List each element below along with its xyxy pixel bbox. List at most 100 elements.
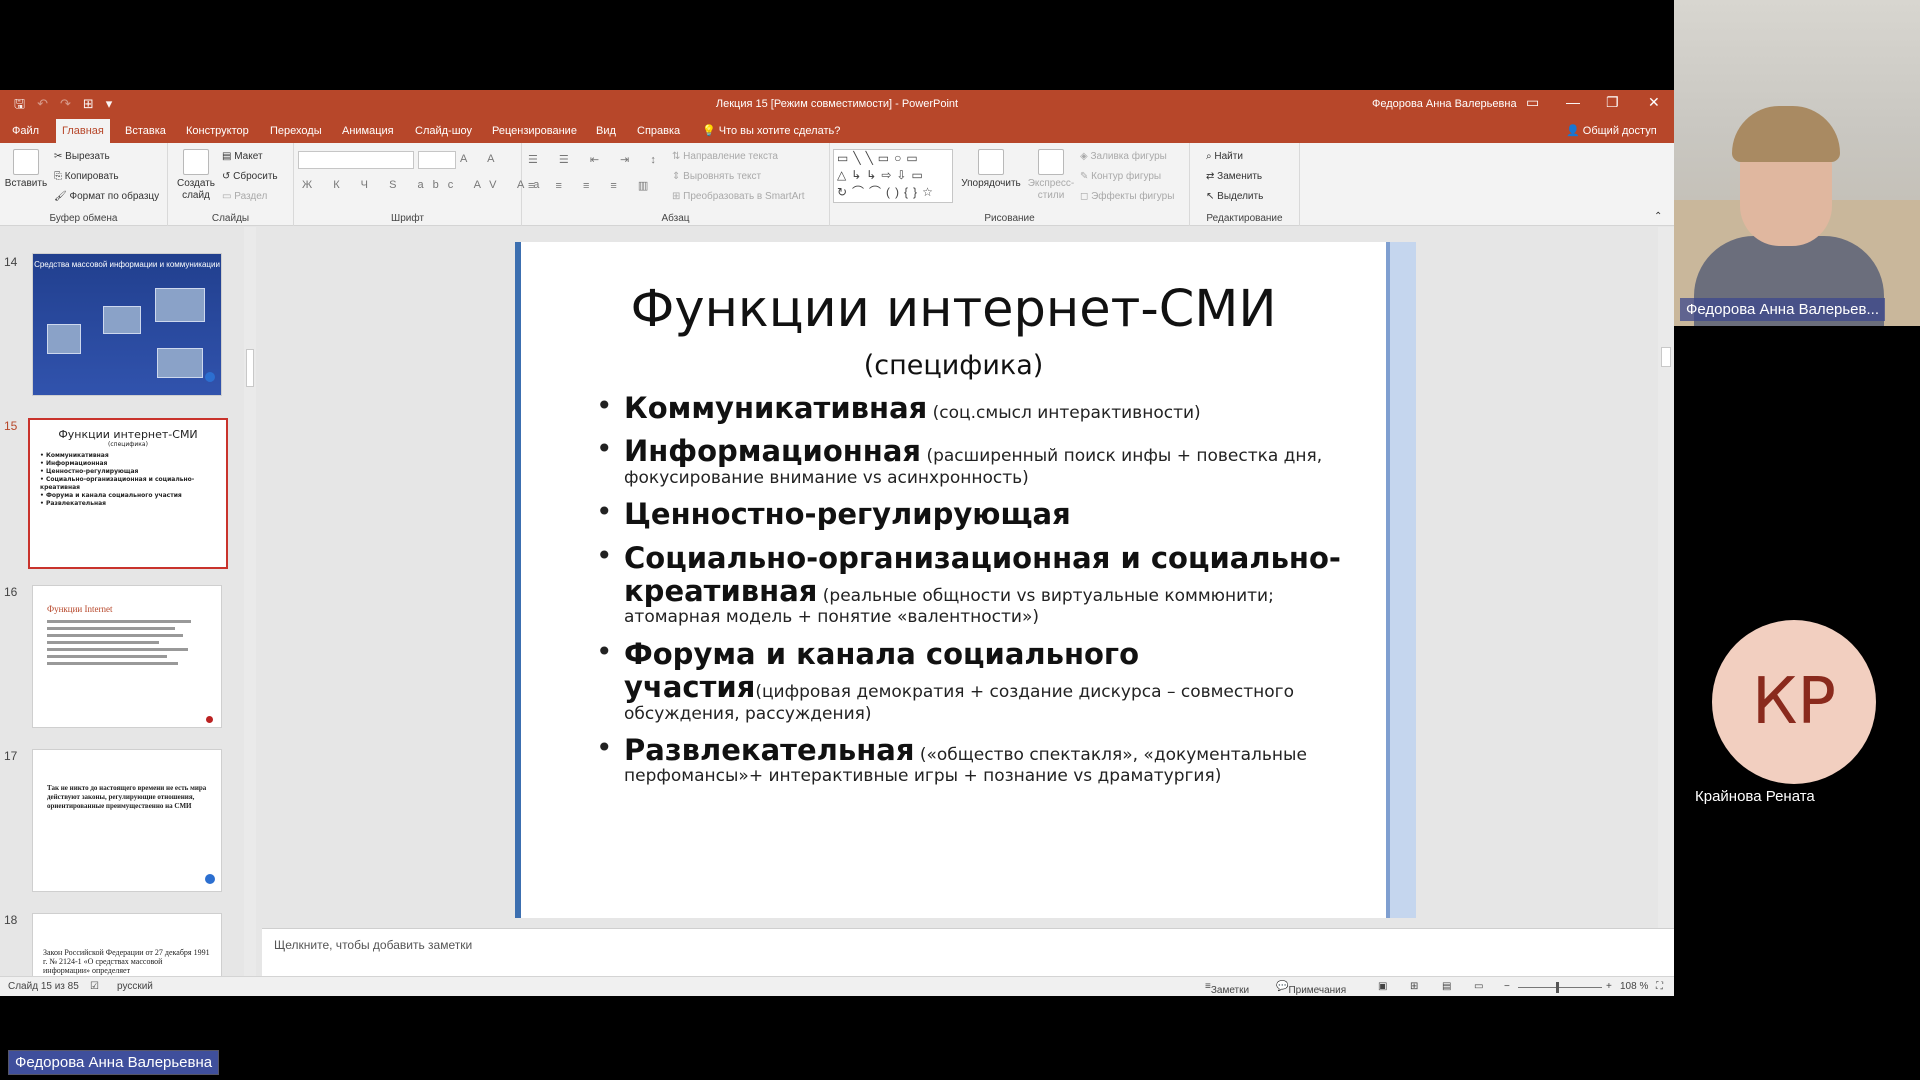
tab-animations[interactable]: Анимация bbox=[336, 119, 400, 143]
slide-14-image bbox=[155, 288, 205, 322]
slide-15-item: • Форума и канала социального участия bbox=[40, 492, 182, 499]
slide-15-item: • Социально-организационная и социально-… bbox=[40, 476, 195, 491]
format-painter-button[interactable]: 🖌 Формат по образцу bbox=[54, 191, 159, 202]
select-button[interactable]: ↖ Выделить bbox=[1206, 191, 1263, 202]
fit-to-window-icon[interactable]: ⛶ bbox=[1656, 981, 1663, 992]
shape-fill-button[interactable]: ◈ Заливка фигуры bbox=[1080, 151, 1167, 162]
presenter-video-tile[interactable]: Федорова Анна Валерьев... bbox=[1674, 0, 1920, 326]
slide-decoration-bar bbox=[1386, 242, 1416, 918]
paste-button[interactable]: Вставить bbox=[4, 149, 48, 190]
cut-button[interactable]: ✂ Вырезать bbox=[54, 151, 110, 162]
thumbnail-scrollbar[interactable] bbox=[244, 227, 256, 976]
tab-help[interactable]: Справка bbox=[631, 119, 686, 143]
new-slide-button[interactable]: Создать слайд bbox=[174, 149, 218, 202]
slide-15-item: • Коммуникативная bbox=[40, 452, 109, 459]
tab-view[interactable]: Вид bbox=[590, 119, 622, 143]
slide-title[interactable]: Функции интернет-СМИ bbox=[521, 280, 1386, 339]
slide-number: 17 bbox=[4, 749, 18, 763]
ribbon-display-options-icon[interactable]: ▭ bbox=[1526, 94, 1539, 111]
arrange-button[interactable]: Упорядочить bbox=[958, 149, 1024, 190]
notes-pane[interactable]: Щелкните, чтобы добавить заметки bbox=[262, 928, 1674, 976]
font-size-input[interactable] bbox=[418, 151, 456, 169]
slide-18-text: Закон Российской Федерации от 27 декабря… bbox=[43, 948, 210, 975]
slide-scrollbar[interactable] bbox=[1658, 227, 1674, 928]
editing-group-label: Редактирование bbox=[1206, 213, 1283, 224]
slide-dot-icon bbox=[205, 372, 215, 382]
comments-toggle[interactable]: 💬 Примечания bbox=[1276, 981, 1346, 996]
share-button[interactable]: 👤 Общий доступ bbox=[1566, 119, 1657, 143]
slide-editor: Функции интернет-СМИ (специфика) Коммуни… bbox=[262, 227, 1658, 928]
zoom-level[interactable]: 108 % bbox=[1620, 981, 1648, 992]
notes-toggle[interactable]: ≡ Заметки bbox=[1205, 981, 1249, 996]
section-button[interactable]: ▭ Раздел bbox=[222, 191, 267, 202]
account-name[interactable]: Федорова Анна Валерьевна bbox=[1372, 98, 1517, 110]
text-line bbox=[47, 634, 183, 637]
clipboard-group-label: Буфер обмена bbox=[49, 213, 118, 224]
close-button[interactable]: ✕ bbox=[1648, 94, 1660, 111]
shape-effects-button[interactable]: ◻ Эффекты фигуры bbox=[1080, 191, 1174, 202]
spellcheck-icon[interactable]: ☑ bbox=[90, 981, 99, 992]
shapes-gallery[interactable]: ▭╲╲▭○▭ △↳↳⇨⇩▭ ↻⌒⌒(){}☆ bbox=[833, 149, 953, 203]
scroll-thumb[interactable] bbox=[246, 349, 254, 387]
tab-review[interactable]: Рецензирование bbox=[486, 119, 583, 143]
language-indicator[interactable]: русский bbox=[117, 981, 153, 992]
slideshow-view-icon[interactable]: ▭ bbox=[1474, 981, 1483, 992]
paragraph-group-label: Абзац bbox=[661, 213, 690, 224]
minimize-button[interactable]: — bbox=[1566, 94, 1580, 110]
alignment-icons[interactable]: ≡ ≡ ≡ ≡ ▥ bbox=[528, 179, 657, 192]
participant-avatar[interactable]: КР bbox=[1712, 620, 1876, 784]
restore-button[interactable]: ❐ bbox=[1606, 94, 1619, 111]
tab-home[interactable]: Главная bbox=[56, 119, 110, 143]
slide-15-subtitle: (специфика) bbox=[108, 441, 148, 448]
slide-bullet-list[interactable]: Коммуникативная (соц.смысл интерактивнос… bbox=[596, 390, 1356, 797]
slides-group-label: Слайды bbox=[211, 213, 250, 224]
bullet-item: Коммуникативная (соц.смысл интерактивнос… bbox=[596, 390, 1356, 425]
text-line bbox=[47, 620, 191, 623]
tab-design[interactable]: Конструктор bbox=[180, 119, 255, 143]
tab-transitions[interactable]: Переходы bbox=[264, 119, 328, 143]
zoom-out-icon[interactable]: − bbox=[1504, 981, 1510, 992]
convert-smartart-button[interactable]: ⊞ Преобразовать в SmartArt bbox=[672, 191, 804, 202]
quick-styles-button[interactable]: Экспресс-стили bbox=[1026, 149, 1076, 202]
find-button[interactable]: ⌕ Найти bbox=[1206, 151, 1243, 162]
zoom-slider[interactable] bbox=[1518, 982, 1602, 993]
editing-group: ⌕ Найти ⇄ Заменить ↖ Выделить Редактиров… bbox=[1190, 143, 1300, 226]
slide-thumbnail-14[interactable]: Средства массовой информации и коммуника… bbox=[32, 253, 222, 396]
zoom-in-icon[interactable]: + bbox=[1606, 981, 1612, 992]
slide-thumbnail-17[interactable]: Так не никто до настоящего времени не ес… bbox=[32, 749, 222, 892]
collapse-ribbon-icon[interactable]: ⌃ bbox=[1654, 211, 1662, 222]
tab-file[interactable]: Файл bbox=[6, 119, 45, 143]
status-bar: Слайд 15 из 85 ☑ русский ≡ Заметки 💬 При… bbox=[0, 976, 1674, 996]
tab-slideshow[interactable]: Слайд-шоу bbox=[409, 119, 478, 143]
replace-button[interactable]: ⇄ Заменить bbox=[1206, 171, 1262, 182]
slide-number: 15 bbox=[4, 419, 18, 433]
slide-sorter-icon[interactable]: ⊞ bbox=[1410, 981, 1418, 992]
slide-16-title: Функции Internet bbox=[47, 604, 113, 614]
title-bar: 🖫 ↶ ↷ ⊞ ▾ Лекция 15 [Режим совместимости… bbox=[0, 90, 1674, 119]
font-name-input[interactable] bbox=[298, 151, 414, 169]
font-format-icons[interactable]: Ж К Ч S abc AV Aa bbox=[302, 179, 548, 191]
copy-button[interactable]: ⎘ Копировать bbox=[54, 171, 119, 182]
align-text-button[interactable]: ⇕ Выровнять текст bbox=[672, 171, 761, 182]
slide-thumbnail-18[interactable]: Закон Российской Федерации от 27 декабря… bbox=[32, 913, 222, 976]
tell-me-search[interactable]: 💡 Что вы хотите сделать? bbox=[696, 119, 846, 143]
tab-insert[interactable]: Вставка bbox=[119, 119, 172, 143]
font-size-grow-shrink-icons[interactable]: A A bbox=[460, 153, 504, 165]
layout-button[interactable]: ▤ Макет bbox=[222, 151, 263, 162]
self-name-label: Федорова Анна Валерьевна bbox=[8, 1050, 220, 1075]
notes-placeholder: Щелкните, чтобы добавить заметки bbox=[274, 938, 473, 952]
slide-number: 14 bbox=[4, 255, 18, 269]
normal-view-icon[interactable]: ▣ bbox=[1378, 981, 1387, 992]
text-direction-button[interactable]: ⇅ Направление текста bbox=[672, 151, 778, 162]
reset-button[interactable]: ↺ Сбросить bbox=[222, 171, 278, 182]
current-slide[interactable]: Функции интернет-СМИ (специфика) Коммуни… bbox=[515, 242, 1416, 918]
slide-subtitle[interactable]: (специфика) bbox=[521, 350, 1386, 381]
reading-view-icon[interactable]: ▤ bbox=[1442, 981, 1451, 992]
slide-thumbnail-15[interactable]: Функции интернет-СМИ (специфика) • Комму… bbox=[28, 418, 228, 569]
slide-15-preview: Функции интернет-СМИ (специфика) • Комму… bbox=[32, 422, 224, 514]
shape-outline-button[interactable]: ✎ Контур фигуры bbox=[1080, 171, 1161, 182]
scroll-thumb[interactable] bbox=[1661, 347, 1671, 367]
list-indent-icons[interactable]: ☰ ☰ ⇤ ⇥ ↕ bbox=[528, 153, 665, 166]
zoom-slider-handle[interactable] bbox=[1556, 982, 1559, 993]
slide-thumbnail-16[interactable]: Функции Internet bbox=[32, 585, 222, 728]
